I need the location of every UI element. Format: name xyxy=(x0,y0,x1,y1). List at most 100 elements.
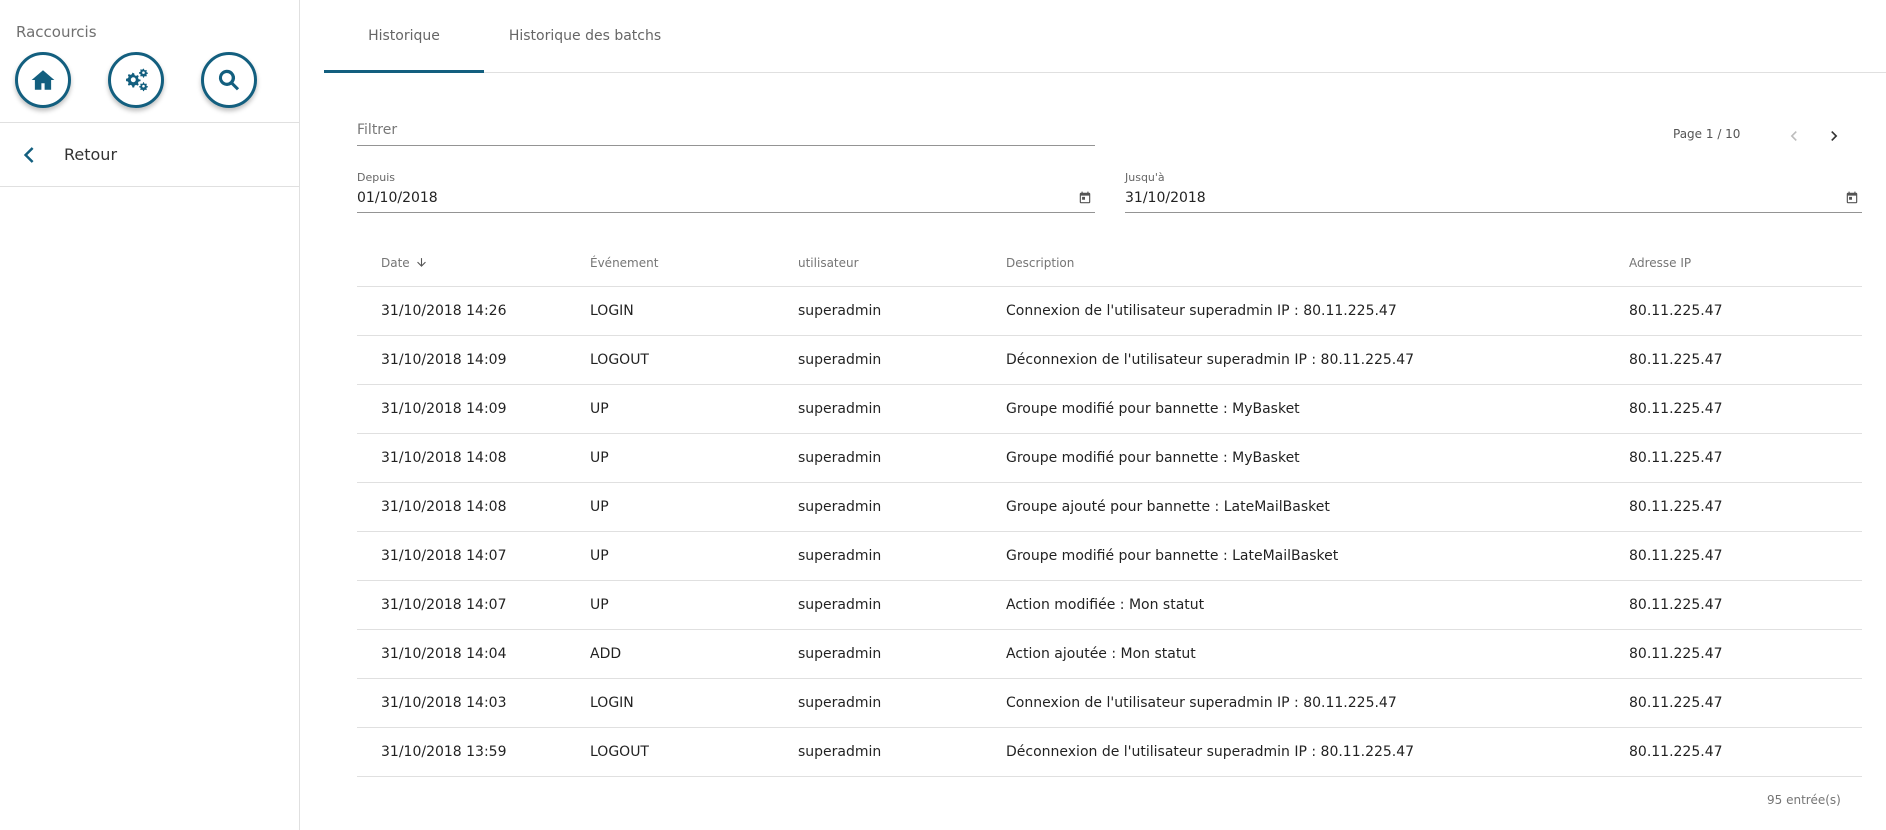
table-row[interactable]: 31/10/2018 14:07 UP superadmin Action mo… xyxy=(357,581,1862,630)
cell-ip: 80.11.225.47 xyxy=(1629,548,1723,564)
tab-historique[interactable]: Historique xyxy=(324,0,484,72)
cell-ip: 80.11.225.47 xyxy=(1629,303,1723,319)
arrow-down-icon xyxy=(416,258,426,267)
page-indicator: Page 1 / 10 xyxy=(1673,127,1741,141)
cell-ip: 80.11.225.47 xyxy=(1629,401,1723,417)
cell-user: superadmin xyxy=(798,303,882,319)
until-date-value: 31/10/2018 xyxy=(1125,190,1206,206)
cell-user: superadmin xyxy=(798,548,882,564)
cell-description: Déconnexion de l'utilisateur superadmin … xyxy=(1006,352,1415,368)
filter-input[interactable] xyxy=(357,118,1095,138)
app: Raccourcis Retour Historique Historique … xyxy=(0,0,1886,830)
cell-ip: 80.11.225.47 xyxy=(1629,695,1723,711)
cell-user: superadmin xyxy=(798,499,882,515)
back-label: Retour xyxy=(64,145,118,164)
tab-historique-batchs[interactable]: Historique des batchs xyxy=(484,0,686,72)
calendar-icon[interactable] xyxy=(1078,191,1092,205)
header-description[interactable]: Description xyxy=(1006,238,1074,287)
cell-description: Action modifiée : Mon statut xyxy=(1006,597,1205,613)
cell-date: 31/10/2018 13:59 xyxy=(381,744,507,760)
cell-ip: 80.11.225.47 xyxy=(1629,352,1723,368)
cell-description: Groupe modifié pour bannette : MyBasket xyxy=(1006,450,1300,466)
cell-ip: 80.11.225.47 xyxy=(1629,450,1723,466)
cell-date: 31/10/2018 14:08 xyxy=(381,499,507,515)
cell-event: UP xyxy=(590,450,609,466)
history-table: Date Événement utilisateur Description A… xyxy=(357,238,1862,777)
chevron-left-icon xyxy=(23,147,34,163)
cell-event: UP xyxy=(590,597,609,613)
since-date-label: Depuis xyxy=(357,171,395,184)
cell-description: Connexion de l'utilisateur superadmin IP… xyxy=(1006,303,1397,319)
table-row[interactable]: 31/10/2018 14:08 UP superadmin Groupe mo… xyxy=(357,434,1862,483)
cell-date: 31/10/2018 14:03 xyxy=(381,695,507,711)
tab-bar: Historique Historique des batchs xyxy=(324,0,1886,73)
header-user[interactable]: utilisateur xyxy=(798,238,859,287)
cell-event: UP xyxy=(590,499,609,515)
table-row[interactable]: 31/10/2018 14:08 UP superadmin Groupe aj… xyxy=(357,483,1862,532)
home-icon xyxy=(31,70,55,90)
cell-event: UP xyxy=(590,548,609,564)
home-shortcut-button[interactable] xyxy=(15,52,71,108)
table-row[interactable]: 31/10/2018 14:09 UP superadmin Groupe mo… xyxy=(357,385,1862,434)
cell-event: ADD xyxy=(590,646,622,662)
table-row[interactable]: 31/10/2018 14:07 UP superadmin Groupe mo… xyxy=(357,532,1862,581)
cell-ip: 80.11.225.47 xyxy=(1629,499,1723,515)
cell-event: LOGOUT xyxy=(590,352,649,368)
next-page-button[interactable] xyxy=(1818,120,1850,152)
cell-description: Groupe modifié pour bannette : LateMailB… xyxy=(1006,548,1339,564)
back-nav-item[interactable]: Retour xyxy=(0,123,299,186)
admin-gears-icon xyxy=(126,68,148,92)
shortcuts-title: Raccourcis xyxy=(16,23,97,41)
table-row[interactable]: 31/10/2018 14:09 LOGOUT superadmin Décon… xyxy=(357,336,1862,385)
cell-event: LOGOUT xyxy=(590,744,649,760)
until-date-label: Jusqu'à xyxy=(1125,171,1165,184)
table-row[interactable]: 31/10/2018 14:04 ADD superadmin Action a… xyxy=(357,630,1862,679)
cell-event: UP xyxy=(590,401,609,417)
cell-user: superadmin xyxy=(798,352,882,368)
filter-field xyxy=(357,118,1095,146)
header-date[interactable]: Date xyxy=(381,238,428,287)
search-shortcut-button[interactable] xyxy=(201,52,257,108)
entries-count: 95 entrée(s) xyxy=(1767,793,1841,807)
chevron-left-icon xyxy=(1790,131,1797,141)
cell-date: 31/10/2018 14:07 xyxy=(381,597,507,613)
cell-description: Groupe ajouté pour bannette : LateMailBa… xyxy=(1006,499,1330,515)
cell-ip: 80.11.225.47 xyxy=(1629,597,1723,613)
cell-date: 31/10/2018 14:09 xyxy=(381,352,507,368)
cell-user: superadmin xyxy=(798,744,882,760)
cell-ip: 80.11.225.47 xyxy=(1629,646,1723,662)
since-date-value: 01/10/2018 xyxy=(357,190,438,206)
cell-date: 31/10/2018 14:07 xyxy=(381,548,507,564)
cell-description: Action ajoutée : Mon statut xyxy=(1006,646,1196,662)
sidebar-divider xyxy=(0,186,300,187)
until-date-field[interactable]: Jusqu'à 31/10/2018 xyxy=(1125,171,1862,213)
header-date-label: Date xyxy=(381,255,410,270)
sidebar: Raccourcis Retour xyxy=(0,0,300,830)
table-row[interactable]: 31/10/2018 14:03 LOGIN superadmin Connex… xyxy=(357,679,1862,728)
cell-user: superadmin xyxy=(798,646,882,662)
header-event[interactable]: Événement xyxy=(590,238,658,287)
cell-user: superadmin xyxy=(798,401,882,417)
cell-event: LOGIN xyxy=(590,303,634,319)
cell-description: Groupe modifié pour bannette : MyBasket xyxy=(1006,401,1300,417)
cell-date: 31/10/2018 14:26 xyxy=(381,303,507,319)
cell-date: 31/10/2018 14:08 xyxy=(381,450,507,466)
cell-description: Déconnexion de l'utilisateur superadmin … xyxy=(1006,744,1415,760)
cell-user: superadmin xyxy=(798,450,882,466)
search-icon xyxy=(218,69,240,91)
calendar-icon[interactable] xyxy=(1845,191,1859,205)
header-ip[interactable]: Adresse IP xyxy=(1629,238,1691,287)
chevron-right-icon xyxy=(1831,131,1838,141)
cell-date: 31/10/2018 14:04 xyxy=(381,646,507,662)
cell-description: Connexion de l'utilisateur superadmin IP… xyxy=(1006,695,1397,711)
table-header: Date Événement utilisateur Description A… xyxy=(357,238,1862,287)
active-tab-indicator xyxy=(324,70,484,73)
table-row[interactable]: 31/10/2018 13:59 LOGOUT superadmin Décon… xyxy=(357,728,1862,777)
admin-shortcut-button[interactable] xyxy=(108,52,164,108)
cell-ip: 80.11.225.47 xyxy=(1629,744,1723,760)
cell-user: superadmin xyxy=(798,597,882,613)
previous-page-button[interactable] xyxy=(1778,120,1810,152)
since-date-field[interactable]: Depuis 01/10/2018 xyxy=(357,171,1095,213)
cell-date: 31/10/2018 14:09 xyxy=(381,401,507,417)
table-row[interactable]: 31/10/2018 14:26 LOGIN superadmin Connex… xyxy=(357,287,1862,336)
